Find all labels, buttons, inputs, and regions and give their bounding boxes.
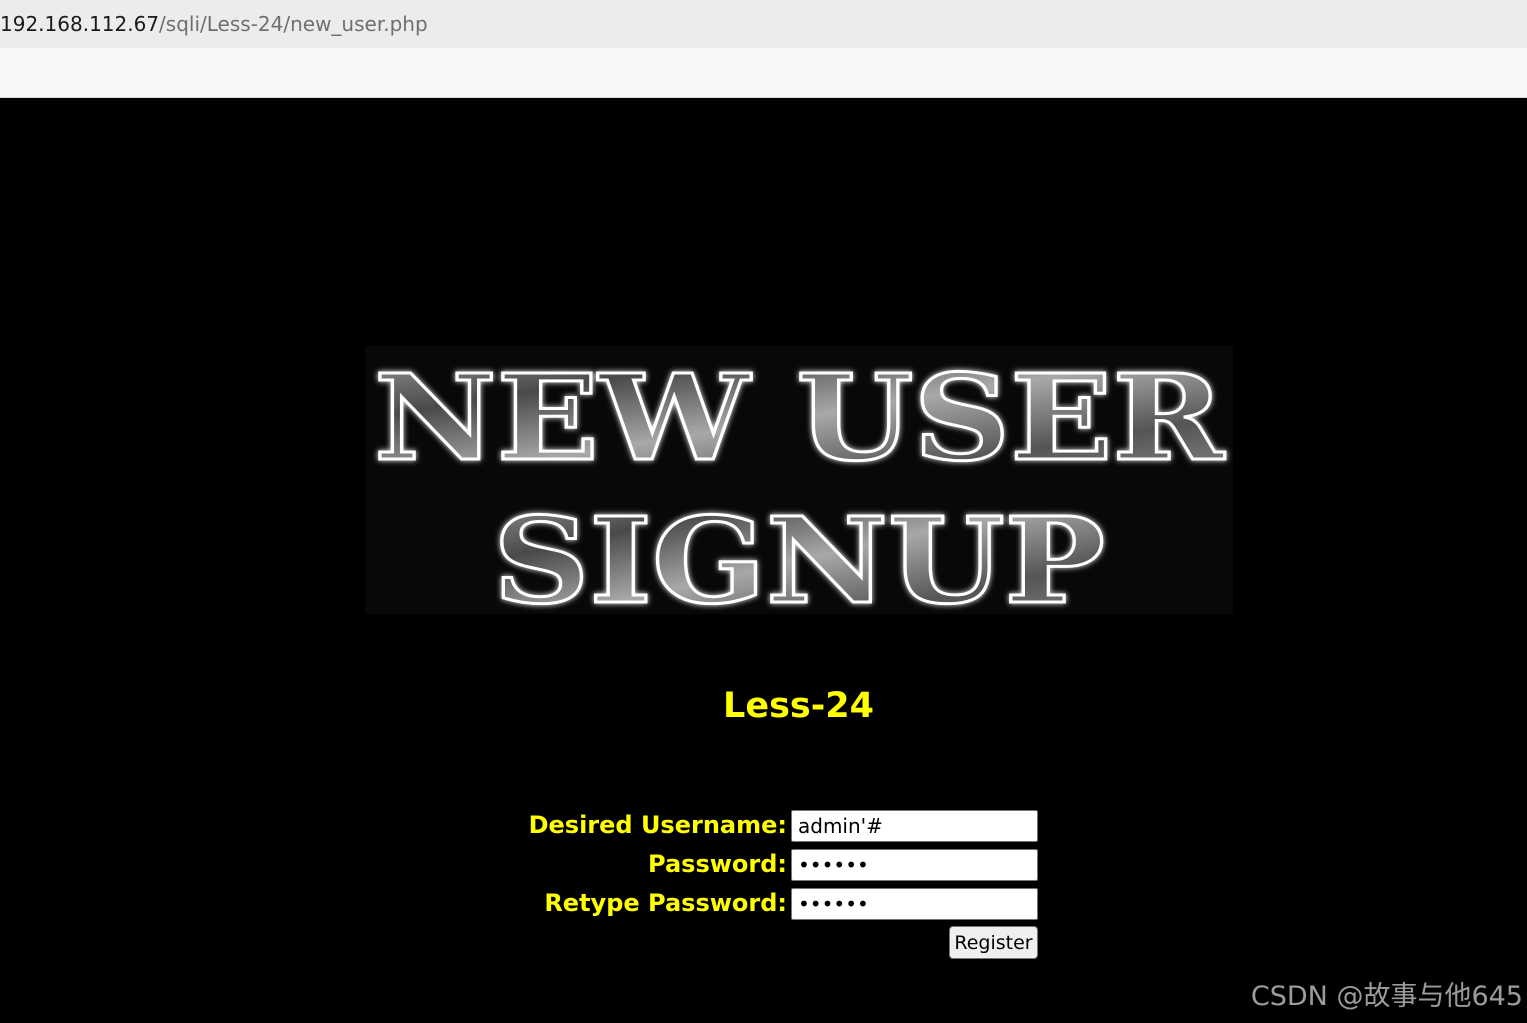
url-host: 192.168.112.67 bbox=[0, 12, 160, 36]
address-bar[interactable]: 192.168.112.67/sqli/Less-24/new_user.php bbox=[0, 0, 1527, 48]
lesson-title: Less-24 bbox=[723, 686, 874, 726]
retype-password-input[interactable] bbox=[791, 888, 1038, 920]
password-input[interactable] bbox=[791, 849, 1038, 881]
page-content: NEW USER SIGNUP Less-24 Desired Username… bbox=[0, 98, 1527, 1023]
retype-password-row: Retype Password: bbox=[0, 886, 1040, 920]
banner-line-1: NEW USER bbox=[374, 348, 1225, 487]
username-label: Desired Username: bbox=[528, 811, 787, 839]
browser-toolbar bbox=[0, 48, 1527, 98]
password-row: Password: bbox=[0, 847, 1040, 881]
password-label: Password: bbox=[648, 850, 787, 878]
username-row: Desired Username: bbox=[0, 808, 1040, 842]
banner-line-2: SIGNUP bbox=[493, 491, 1105, 614]
watermark: CSDN @故事与他645 bbox=[1250, 981, 1523, 1012]
url-path: /sqli/Less-24/new_user.php bbox=[159, 12, 428, 36]
retype-password-label: Retype Password: bbox=[544, 889, 787, 917]
register-button[interactable]: Register bbox=[949, 926, 1038, 959]
signup-banner-image: NEW USER SIGNUP bbox=[365, 346, 1233, 614]
username-input[interactable] bbox=[791, 810, 1038, 842]
